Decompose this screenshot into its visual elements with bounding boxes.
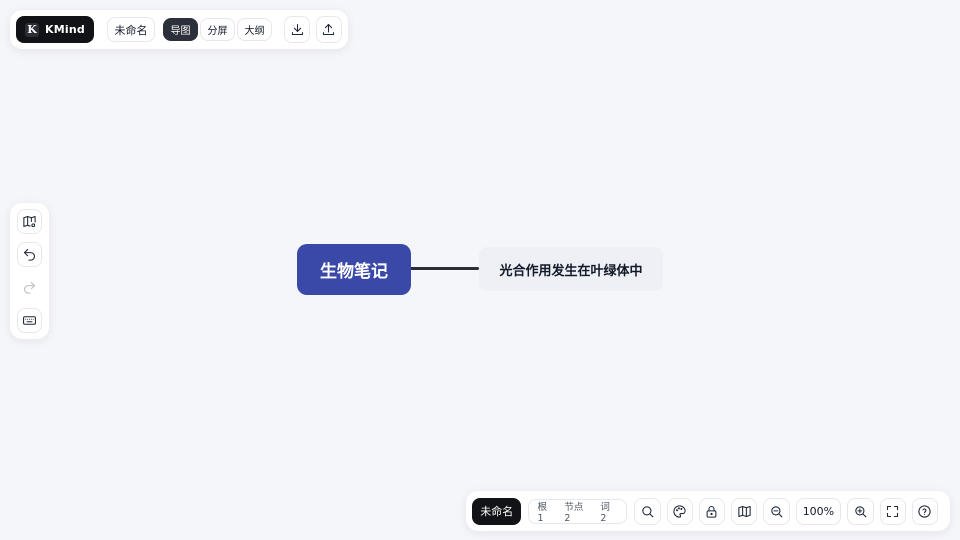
view-tab-split[interactable]: 分屏 [200, 18, 236, 41]
keyboard-icon [23, 316, 36, 325]
lock-icon [707, 505, 717, 518]
download-icon [291, 23, 303, 36]
stat-node-count: 节点 2 [564, 501, 584, 524]
help-button[interactable] [911, 497, 939, 525]
map-settings-icon [23, 215, 36, 228]
view-switcher: 导图 分屏 大纲 [163, 18, 273, 41]
map-settings-button[interactable] [17, 209, 42, 234]
map-icon [738, 505, 751, 517]
theme-button[interactable] [666, 497, 693, 525]
left-toolbar [10, 203, 49, 339]
upload-icon [323, 23, 335, 36]
view-tab-mindmap[interactable]: 导图 [163, 18, 199, 41]
undo-button[interactable] [17, 242, 42, 267]
fullscreen-button[interactable] [879, 497, 906, 525]
document-name-button[interactable]: 未命名 [106, 17, 156, 42]
document-stats: 根 1 节点 2 词 2 [528, 498, 628, 524]
search-icon [642, 505, 654, 517]
app-name: KMind [45, 23, 85, 36]
help-icon [918, 504, 932, 518]
bottom-toolbar: 未命名 根 1 节点 2 词 2 100% [466, 491, 950, 531]
app-brand[interactable]: K KMind [16, 16, 94, 43]
undo-icon [23, 248, 36, 261]
stat-word-count: 词 2 [600, 501, 610, 524]
mindmap-child-node[interactable]: 光合作用发生在叶绿体中 [479, 247, 663, 291]
view-tab-outline[interactable]: 大纲 [237, 18, 273, 41]
search-button[interactable] [634, 497, 661, 525]
keyboard-shortcuts-button[interactable] [17, 308, 42, 333]
fullscreen-icon [887, 505, 899, 517]
zoom-out-button[interactable] [763, 497, 790, 525]
download-button[interactable] [284, 16, 310, 43]
redo-icon [23, 281, 36, 294]
upload-button[interactable] [316, 16, 342, 43]
zoom-level[interactable]: 100% [795, 497, 842, 525]
mindmap-root-node[interactable]: 生物笔记 [297, 244, 411, 295]
zoom-out-icon [771, 505, 783, 517]
bottom-document-name[interactable]: 未命名 [472, 497, 522, 525]
zoom-in-icon [855, 505, 867, 517]
mindmap-edge [410, 267, 479, 270]
palette-icon [673, 504, 686, 518]
app-logo-icon: K [25, 22, 39, 37]
minimap-button[interactable] [731, 497, 758, 525]
zoom-in-button[interactable] [847, 497, 874, 525]
top-toolbar: K KMind 未命名 导图 分屏 大纲 [10, 10, 348, 49]
stat-root-count: 根 1 [537, 501, 547, 524]
redo-button[interactable] [17, 275, 42, 300]
lock-button[interactable] [698, 497, 726, 525]
